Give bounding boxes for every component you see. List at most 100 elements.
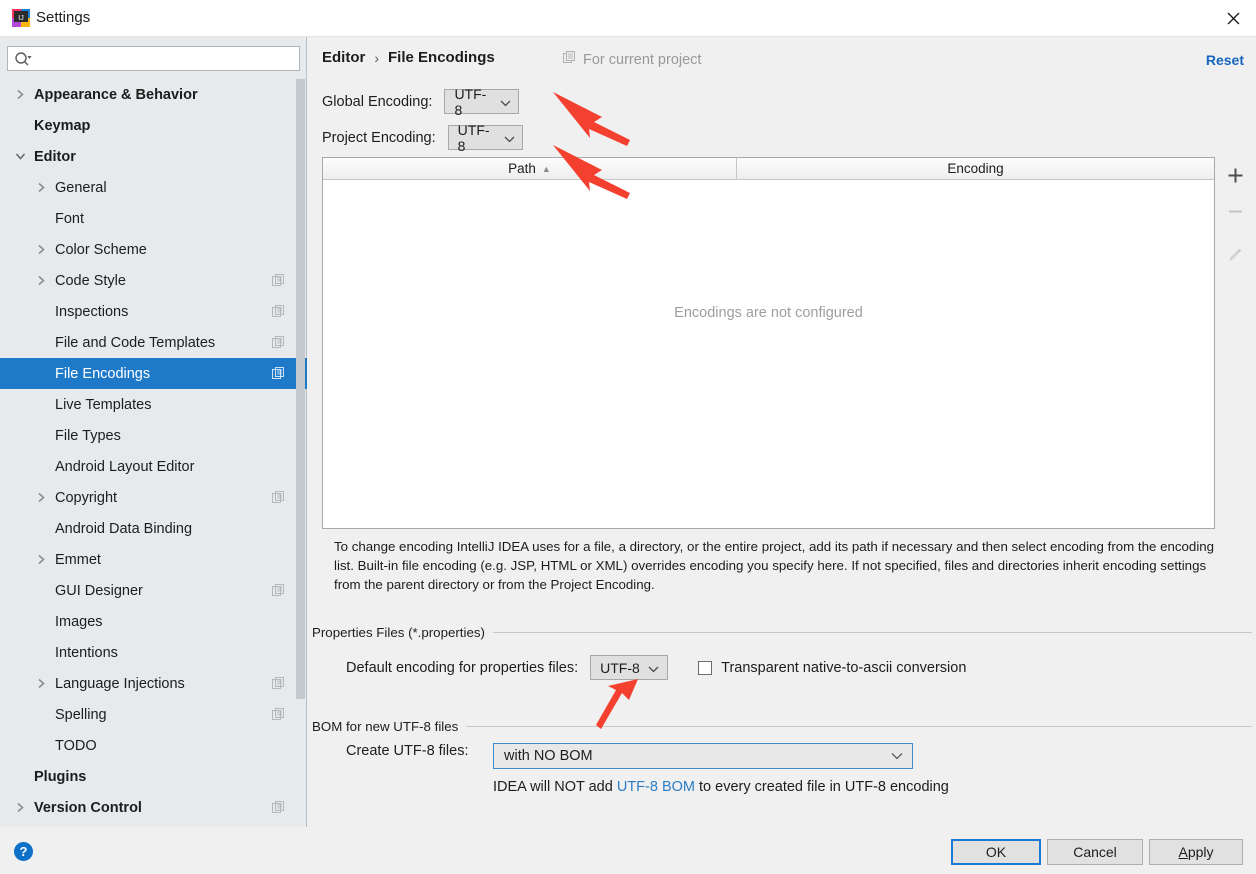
project-scope-icon	[272, 491, 285, 509]
chevron-down-icon[interactable]	[13, 150, 27, 164]
sidebar-item-label: Language Injections	[55, 675, 185, 692]
sidebar-item-keymap[interactable]: Keymap	[0, 110, 307, 141]
global-encoding-row: Global Encoding: UTF-8	[322, 86, 520, 118]
project-encoding-label: Project Encoding:	[322, 129, 436, 146]
chevron-down-icon	[891, 748, 903, 764]
global-encoding-value: UTF-8	[454, 85, 487, 118]
sidebar-item-appearance-behavior[interactable]: Appearance & Behavior	[0, 79, 307, 110]
bom-hint-before: IDEA will NOT add	[493, 779, 617, 795]
help-icon[interactable]: ?	[14, 842, 33, 861]
sidebar-item-file-encodings[interactable]: File Encodings	[0, 358, 307, 389]
breadcrumb-parent[interactable]: Editor	[322, 49, 365, 66]
sidebar-item-android-layout-editor[interactable]: Android Layout Editor	[0, 451, 307, 482]
dialog-footer: ? OK Cancel Apply	[0, 827, 1256, 874]
project-scope-icon	[272, 274, 285, 292]
edit-button[interactable]	[1216, 237, 1254, 273]
sidebar-item-label: Android Data Binding	[55, 520, 193, 537]
create-utf8-label: Create UTF-8 files:	[346, 743, 469, 759]
project-scope-icon	[272, 801, 285, 819]
sidebar-item-live-templates[interactable]: Live Templates	[0, 389, 307, 420]
chevron-right-icon[interactable]	[34, 243, 48, 257]
chevron-right-icon[interactable]	[34, 181, 48, 195]
transparent-conversion-label: Transparent native-to-ascii conversion	[721, 659, 967, 676]
sidebar-item-plugins[interactable]: Plugins	[0, 761, 307, 792]
sidebar-item-emmet[interactable]: Emmet	[0, 544, 307, 575]
chevron-right-icon[interactable]	[34, 677, 48, 691]
transparent-conversion-row[interactable]: Transparent native-to-ascii conversion	[698, 660, 966, 676]
sidebar-item-file-types[interactable]: File Types	[0, 420, 307, 451]
group-divider	[492, 632, 1252, 633]
group-divider	[466, 726, 1252, 727]
sidebar-item-version-control[interactable]: Version Control	[0, 792, 307, 823]
sidebar-item-intentions[interactable]: Intentions	[0, 637, 307, 668]
sidebar-item-label: Code Style	[55, 272, 126, 289]
close-icon[interactable]	[1210, 0, 1256, 36]
properties-files-group-title: Properties Files (*.properties)	[312, 625, 485, 640]
sidebar-item-label: Images	[55, 613, 103, 630]
settings-tree[interactable]: Appearance & Behavior Keymap Editor General…	[0, 79, 307, 827]
properties-encoding-dropdown[interactable]: UTF-8	[590, 655, 669, 680]
global-encoding-dropdown[interactable]: UTF-8	[444, 86, 520, 118]
sidebar-scrollbar[interactable]	[296, 79, 305, 827]
transparent-conversion-checkbox[interactable]	[698, 660, 713, 675]
cancel-button[interactable]: Cancel	[1047, 839, 1143, 865]
chevron-down-icon	[504, 130, 515, 146]
search-input[interactable]	[38, 47, 296, 70]
add-button[interactable]	[1216, 157, 1254, 193]
sidebar-item-spelling[interactable]: Spelling	[0, 699, 307, 730]
sidebar-scrollbar-thumb[interactable]	[296, 79, 305, 699]
ok-button[interactable]: OK	[951, 839, 1041, 865]
encodings-description: To change encoding IntelliJ IDEA uses fo…	[334, 539, 1215, 592]
bom-group-title: BOM for new UTF-8 files	[312, 719, 459, 734]
sidebar-item-label: File and Code Templates	[55, 334, 216, 351]
sidebar-item-label: Inspections	[55, 303, 129, 320]
table-toolbar	[1216, 157, 1254, 529]
encodings-table[interactable]: Path ▲ Encoding Encodings are not config…	[322, 157, 1215, 529]
sidebar-item-gui-designer[interactable]: GUI Designer	[0, 575, 307, 606]
sidebar-item-font[interactable]: Font	[0, 203, 307, 234]
apply-button[interactable]: Apply	[1149, 839, 1243, 865]
bom-hint-after: to every created file in UTF-8 encoding	[694, 779, 949, 795]
sidebar-item-label: File Types	[55, 427, 121, 444]
sidebar-item-label: Version Control	[34, 799, 142, 816]
sidebar-item-general[interactable]: General	[0, 172, 307, 203]
sidebar-item-file-and-code-templates[interactable]: File and Code Templates	[0, 327, 307, 358]
utf8-bom-link[interactable]: UTF-8 BOM	[617, 779, 695, 795]
sidebar-item-todo[interactable]: TODO	[0, 730, 307, 761]
chevron-down-icon	[648, 660, 659, 676]
sidebar-item-images[interactable]: Images	[0, 606, 307, 637]
sidebar-item-color-scheme[interactable]: Color Scheme	[0, 234, 307, 265]
remove-button[interactable]	[1216, 193, 1254, 229]
create-utf8-row: Create UTF-8 files:	[346, 743, 468, 759]
project-encoding-dropdown[interactable]: UTF-8	[447, 122, 523, 154]
chevron-right-icon[interactable]	[13, 88, 27, 102]
chevron-right-icon[interactable]	[13, 801, 27, 815]
chevron-right-icon[interactable]	[34, 553, 48, 567]
bom-group-header: BOM for new UTF-8 files	[312, 719, 1252, 734]
sidebar-item-language-injections[interactable]: Language Injections	[0, 668, 307, 699]
sidebar-item-android-data-binding[interactable]: Android Data Binding	[0, 513, 307, 544]
sidebar-item-label: Color Scheme	[55, 241, 147, 258]
chevron-right-icon[interactable]	[34, 274, 48, 288]
chevron-right-icon[interactable]	[34, 491, 48, 505]
sidebar-item-label: Appearance & Behavior	[34, 86, 198, 103]
ok-button-label: OK	[985, 844, 1007, 860]
breadcrumb-current: File Encodings	[388, 49, 495, 66]
create-utf8-dropdown[interactable]: with NO BOM	[493, 743, 913, 769]
column-header-encoding[interactable]: Encoding	[737, 158, 1214, 179]
sidebar-item-inspections[interactable]: Inspections	[0, 296, 307, 327]
table-empty-message: Encodings are not configured	[674, 305, 863, 321]
reset-link[interactable]: Reset	[1206, 52, 1244, 68]
sidebar-item-code-style[interactable]: Code Style	[0, 265, 307, 296]
breadcrumb: Editor › File Encodings	[322, 49, 495, 66]
sidebar-item-copyright[interactable]: Copyright	[0, 482, 307, 513]
search-field[interactable]	[7, 46, 300, 71]
sidebar-item-editor[interactable]: Editor	[0, 141, 307, 172]
column-header-path[interactable]: Path ▲	[323, 158, 737, 179]
project-encoding-row: Project Encoding: UTF-8	[322, 122, 523, 154]
properties-encoding-row: Default encoding for properties files: U…	[346, 655, 966, 680]
table-header-row: Path ▲ Encoding	[323, 158, 1214, 180]
table-body[interactable]: Encodings are not configured	[323, 180, 1214, 528]
intellij-idea-icon: IJ	[12, 9, 30, 27]
sidebar-item-label: Font	[55, 210, 85, 227]
